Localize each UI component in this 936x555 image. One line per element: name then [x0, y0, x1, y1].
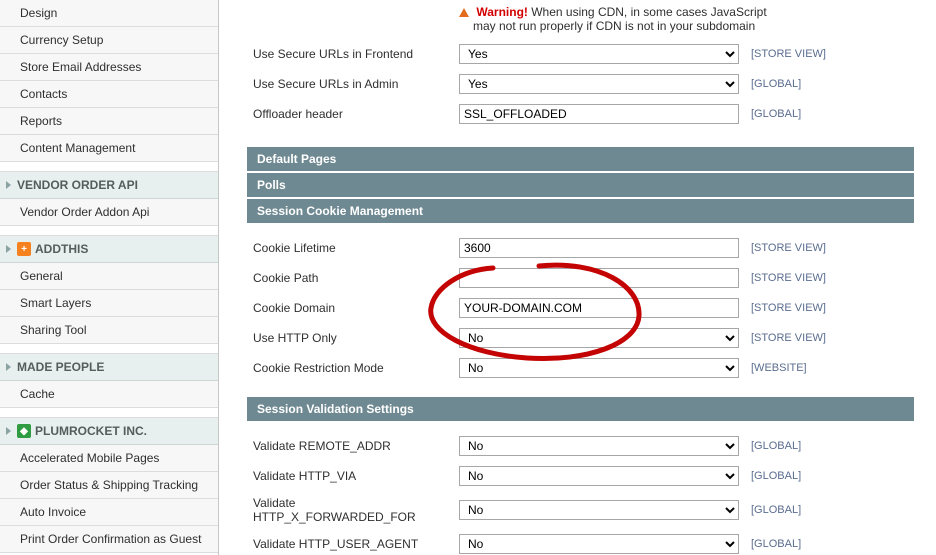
sidebar-item-cache[interactable]: Cache	[0, 381, 218, 408]
validate-http-xff-select[interactable]: No	[459, 500, 739, 520]
sidebar-item-sharing-tool[interactable]: Sharing Tool	[0, 317, 218, 344]
scope-label: [GLOBAL]	[745, 529, 914, 555]
warning-label: Warning!	[476, 5, 528, 19]
expand-icon	[6, 363, 11, 371]
sidebar-item-reports[interactable]: Reports	[0, 108, 218, 135]
field-label: Use Secure URLs in Frontend	[247, 39, 453, 69]
cookie-domain-input[interactable]	[459, 298, 739, 318]
field-label: Use Secure URLs in Admin	[247, 69, 453, 99]
top-form-table: Warning! When using CDN, in some cases J…	[247, 0, 914, 129]
sidebar-group-plumrocket[interactable]: ◆ PLUMROCKET INC.	[0, 418, 218, 445]
sidebar-item-print-order-confirmation[interactable]: Print Order Confirmation as Guest	[0, 526, 218, 553]
cookie-lifetime-input[interactable]	[459, 238, 739, 258]
field-label: Use HTTP Only	[247, 323, 453, 353]
plumrocket-icon: ◆	[17, 424, 31, 438]
validate-http-via-select[interactable]: No	[459, 466, 739, 486]
field-label: Validate REMOTE_ADDR	[247, 431, 453, 461]
expand-icon	[6, 181, 11, 189]
sidebar-item-currency-setup[interactable]: Currency Setup	[0, 27, 218, 54]
warning-text-line1: When using CDN, in some cases JavaScript	[531, 5, 766, 19]
sidebar-item-smart-layers[interactable]: Smart Layers	[0, 290, 218, 317]
group-label: ADDTHIS	[35, 242, 88, 256]
section-default-pages[interactable]: Default Pages	[247, 147, 914, 171]
use-http-only-select[interactable]: No	[459, 328, 739, 348]
field-label: Cookie Path	[247, 263, 453, 293]
sidebar-item-design[interactable]: Design	[0, 0, 218, 27]
field-label: Validate HTTP_X_FORWARDED_FOR	[247, 491, 453, 529]
field-label: Cookie Lifetime	[247, 233, 453, 263]
field-label: Validate HTTP_VIA	[247, 461, 453, 491]
group-label: VENDOR ORDER API	[17, 178, 138, 192]
expand-icon	[6, 427, 11, 435]
field-label: Validate HTTP_USER_AGENT	[247, 529, 453, 555]
warning-text-line2: may not run properly if CDN is not in yo…	[473, 19, 755, 33]
sidebar: Design Currency Setup Store Email Addres…	[0, 0, 219, 555]
sidebar-item-vendor-order-addon[interactable]: Vendor Order Addon Api	[0, 199, 218, 226]
section-session-validation[interactable]: Session Validation Settings	[247, 397, 914, 421]
field-label: Cookie Restriction Mode	[247, 353, 453, 383]
secure-frontend-select[interactable]: Yes	[459, 44, 739, 64]
scope-label: [STORE VIEW]	[745, 293, 914, 323]
sidebar-item-store-email[interactable]: Store Email Addresses	[0, 54, 218, 81]
sidebar-group-made-people[interactable]: MADE PEOPLE	[0, 354, 218, 381]
scope-label: [STORE VIEW]	[745, 233, 914, 263]
main-content: Warning! When using CDN, in some cases J…	[219, 0, 936, 555]
scope-label: [STORE VIEW]	[745, 263, 914, 293]
warning-icon	[459, 8, 469, 17]
secure-admin-select[interactable]: Yes	[459, 74, 739, 94]
scope-label: [GLOBAL]	[745, 431, 914, 461]
sidebar-group-vendor-order-api[interactable]: VENDOR ORDER API	[0, 172, 218, 199]
scope-label: [WEBSITE]	[745, 353, 914, 383]
field-label: Cookie Domain	[247, 293, 453, 323]
validate-remote-addr-select[interactable]: No	[459, 436, 739, 456]
scope-label: [GLOBAL]	[745, 491, 914, 529]
sidebar-item-contacts[interactable]: Contacts	[0, 81, 218, 108]
sidebar-item-general[interactable]: General	[0, 263, 218, 290]
validation-form-table: Validate REMOTE_ADDR No [GLOBAL] Validat…	[247, 431, 914, 555]
section-cookie-management[interactable]: Session Cookie Management	[247, 199, 914, 223]
sidebar-item-auto-invoice[interactable]: Auto Invoice	[0, 499, 218, 526]
cookie-restriction-select[interactable]: No	[459, 358, 739, 378]
field-label: Offloader header	[247, 99, 453, 129]
group-label: PLUMROCKET INC.	[35, 424, 147, 438]
cookie-path-input[interactable]	[459, 268, 739, 288]
section-polls[interactable]: Polls	[247, 173, 914, 197]
validate-http-user-agent-select[interactable]: No	[459, 534, 739, 554]
sidebar-item-amp[interactable]: Accelerated Mobile Pages	[0, 445, 218, 472]
expand-icon	[6, 245, 11, 253]
scope-label: [GLOBAL]	[745, 461, 914, 491]
addthis-icon: +	[17, 242, 31, 256]
group-label: MADE PEOPLE	[17, 360, 104, 374]
sidebar-item-content-management[interactable]: Content Management	[0, 135, 218, 162]
sidebar-group-addthis[interactable]: + ADDTHIS	[0, 236, 218, 263]
offloader-header-input[interactable]	[459, 104, 739, 124]
scope-label: [STORE VIEW]	[745, 39, 914, 69]
scope-label: [STORE VIEW]	[745, 323, 914, 353]
cookie-form-table: Cookie Lifetime [STORE VIEW] Cookie Path…	[247, 233, 914, 383]
sidebar-item-order-status-tracking[interactable]: Order Status & Shipping Tracking	[0, 472, 218, 499]
scope-label: [GLOBAL]	[745, 69, 914, 99]
scope-label: [GLOBAL]	[745, 99, 914, 129]
